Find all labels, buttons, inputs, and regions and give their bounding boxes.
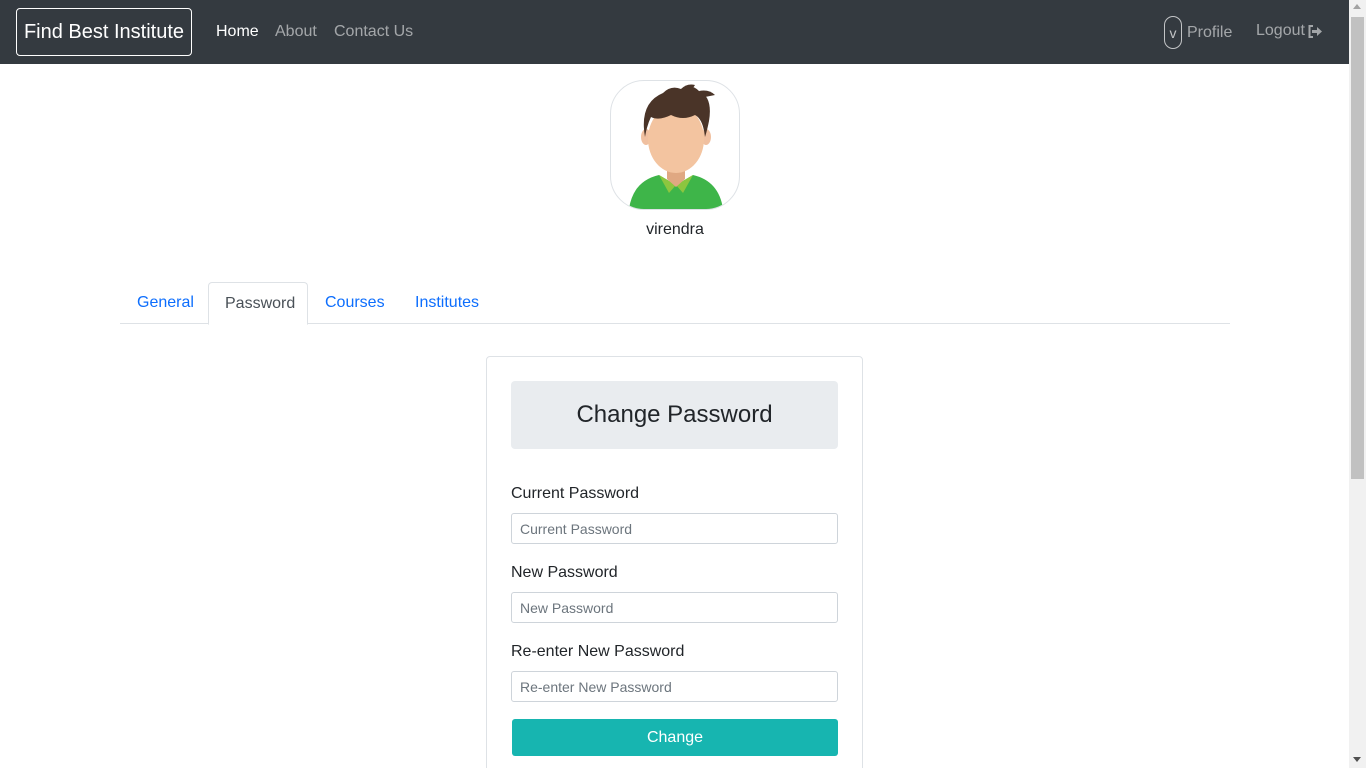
- vertical-scrollbar[interactable]: [1349, 0, 1366, 768]
- profile-avatar-image: [610, 80, 740, 210]
- nav-about-link[interactable]: About: [275, 22, 317, 42]
- logout-icon: [1308, 24, 1322, 38]
- reenter-password-label: Re-enter New Password: [511, 643, 685, 660]
- top-navbar: Find Best Institute Home About Contact U…: [0, 0, 1349, 64]
- logout-label: Logout: [1256, 22, 1305, 39]
- change-password-button[interactable]: Change: [512, 719, 838, 756]
- new-password-label: New Password: [511, 564, 618, 581]
- profile-username: virendra: [646, 221, 704, 238]
- change-password-card: Change Password Current Password New Pas…: [486, 356, 863, 768]
- avatar-illustration: [629, 84, 723, 209]
- profile-label: Profile: [1187, 23, 1233, 41]
- tab-courses[interactable]: Courses: [309, 282, 401, 324]
- change-password-title: Change Password: [511, 381, 838, 449]
- nav-home-link[interactable]: Home: [216, 22, 259, 42]
- user-avatar-icon: v: [1164, 16, 1182, 49]
- tab-general[interactable]: General: [121, 282, 210, 324]
- logout-link[interactable]: Logout: [1256, 21, 1323, 41]
- profile-link[interactable]: v Profile: [1164, 16, 1232, 49]
- profile-tabs: General Password Courses Institutes: [120, 282, 1230, 325]
- tab-institutes[interactable]: Institutes: [399, 282, 495, 324]
- scroll-down-arrow-icon[interactable]: [1353, 757, 1361, 762]
- current-password-label: Current Password: [511, 485, 640, 502]
- brand-link[interactable]: Find Best Institute: [16, 8, 192, 56]
- nav-contact-link[interactable]: Contact Us: [334, 22, 413, 42]
- scroll-up-arrow-icon[interactable]: [1353, 4, 1361, 9]
- scrollbar-thumb[interactable]: [1351, 17, 1364, 479]
- reenter-password-input[interactable]: [511, 671, 838, 702]
- new-password-input[interactable]: [511, 592, 838, 623]
- current-password-input[interactable]: [511, 513, 838, 544]
- tab-password[interactable]: Password: [208, 282, 308, 325]
